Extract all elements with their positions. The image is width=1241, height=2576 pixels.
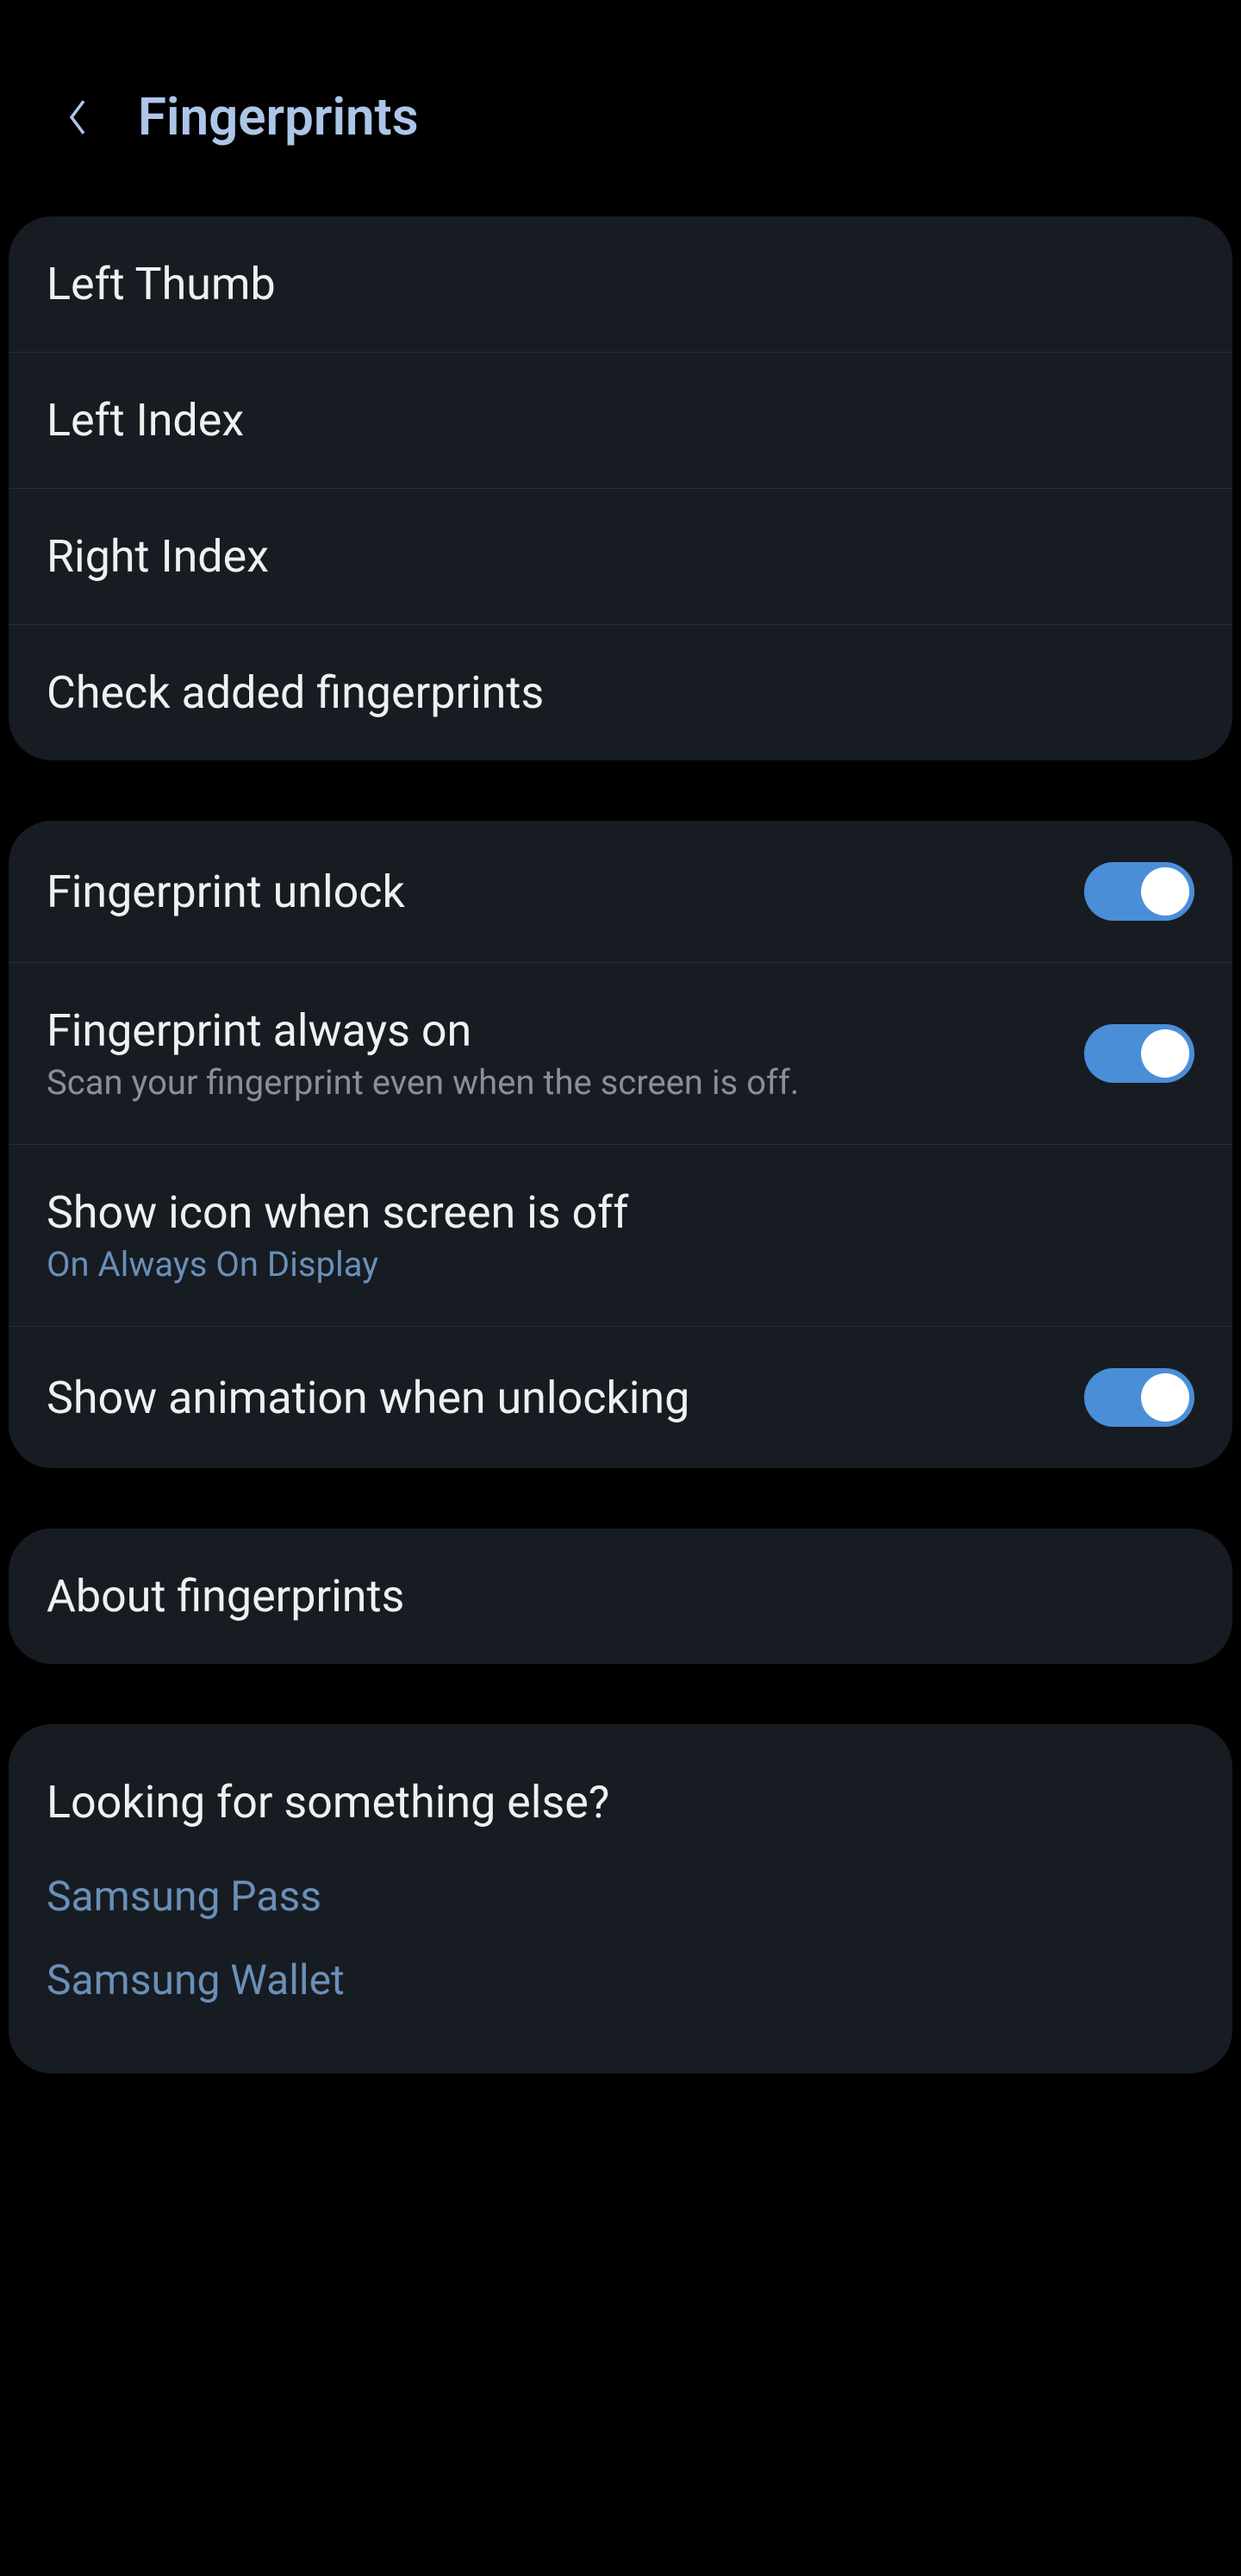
show-animation-toggle[interactable]	[1084, 1368, 1194, 1427]
fingerprint-label: Left Index	[47, 394, 244, 447]
setting-label: Fingerprint always on	[47, 1004, 799, 1057]
check-added-fingerprints[interactable]: Check added fingerprints	[9, 624, 1232, 760]
toggle-knob	[1141, 867, 1189, 916]
setting-label: Show animation when unlocking	[47, 1372, 689, 1424]
samsung-wallet-link[interactable]: Samsung Wallet	[47, 1955, 1194, 2004]
fingerprint-label: Right Index	[47, 530, 269, 583]
toggle-knob	[1141, 1373, 1189, 1422]
footer-section: Looking for something else? Samsung Pass…	[9, 1724, 1232, 2073]
about-card: About fingerprints	[9, 1529, 1232, 1664]
toggle-knob	[1141, 1029, 1189, 1078]
samsung-pass-link[interactable]: Samsung Pass	[47, 1872, 1194, 1921]
about-fingerprints[interactable]: About fingerprints	[9, 1529, 1232, 1664]
setting-sublabel: On Always On Display	[47, 1244, 628, 1285]
setting-label: Fingerprint unlock	[47, 866, 405, 918]
show-animation-setting[interactable]: Show animation when unlocking	[9, 1326, 1232, 1468]
settings-card: Fingerprint unlock Fingerprint always on…	[9, 821, 1232, 1468]
fingerprint-always-on-setting[interactable]: Fingerprint always on Scan your fingerpr…	[9, 962, 1232, 1144]
fingerprint-label: Check added fingerprints	[47, 666, 544, 719]
fingerprint-item-left-thumb[interactable]: Left Thumb	[9, 216, 1232, 352]
fingerprint-label: Left Thumb	[47, 258, 276, 310]
fingerprint-unlock-toggle[interactable]	[1084, 862, 1194, 921]
page-title: Fingerprints	[138, 86, 419, 147]
setting-sublabel: Scan your fingerprint even when the scre…	[47, 1062, 799, 1103]
show-icon-setting[interactable]: Show icon when screen is off On Always O…	[9, 1144, 1232, 1326]
header: Fingerprints	[9, 0, 1232, 216]
fingerprint-item-left-index[interactable]: Left Index	[9, 352, 1232, 488]
fingerprints-list-card: Left Thumb Left Index Right Index Check …	[9, 216, 1232, 760]
setting-label: Show icon when screen is off	[47, 1186, 628, 1239]
fingerprint-always-on-toggle[interactable]	[1084, 1024, 1194, 1083]
fingerprint-unlock-setting[interactable]: Fingerprint unlock	[9, 821, 1232, 962]
about-label: About fingerprints	[47, 1570, 404, 1623]
footer-title: Looking for something else?	[47, 1776, 1194, 1829]
fingerprint-item-right-index[interactable]: Right Index	[9, 488, 1232, 624]
back-icon[interactable]	[60, 100, 95, 134]
